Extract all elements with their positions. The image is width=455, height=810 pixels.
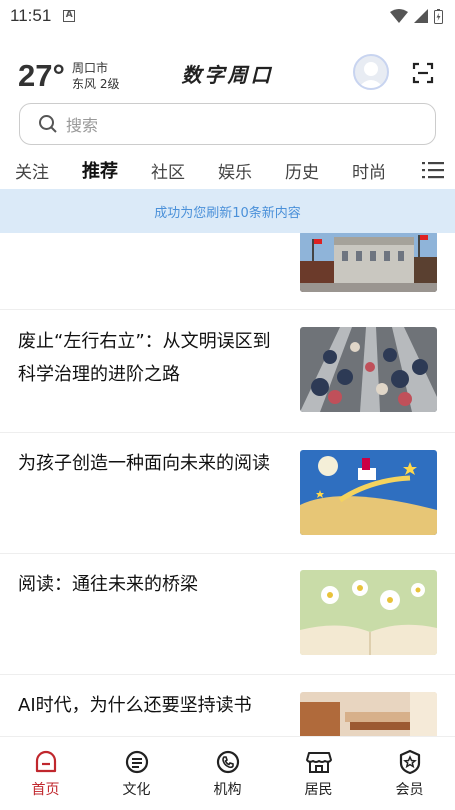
clock: 11:51	[10, 6, 52, 25]
nav-label: 首页	[31, 782, 60, 798]
news-title: AI时代，为什么还要坚持读书	[18, 695, 252, 716]
escalator-photo	[300, 327, 437, 412]
category-tabs: 关注 推荐 社区 娱乐 历史 时尚 育	[0, 152, 455, 193]
building-photo	[300, 233, 437, 292]
book-daisy-photo	[300, 570, 437, 655]
tabs-menu-button[interactable]	[410, 152, 455, 188]
menu-list-icon	[421, 162, 444, 179]
battery-icon	[434, 8, 443, 24]
reading-illustration	[300, 450, 437, 535]
list-item[interactable]: 废止“左行右立”：从文明误区到科学治理的进阶之路	[0, 310, 455, 433]
nav-label: 机构	[213, 782, 242, 798]
search-bar[interactable]: 搜索	[19, 103, 436, 145]
nav-residents[interactable]: 居民	[273, 737, 364, 810]
news-title: 废止“左行右立”：从文明误区到科学治理的进阶之路	[18, 331, 271, 385]
signal-icon	[414, 9, 428, 23]
culture-icon	[125, 750, 148, 774]
nav-label: 居民	[304, 782, 333, 798]
books-photo	[300, 692, 437, 736]
tab-follow[interactable]: 关注	[15, 158, 49, 183]
nav-member[interactable]: 会员	[364, 737, 455, 810]
bottom-nav: 首页 文化 机构 居民 会员	[0, 736, 455, 810]
news-feed: 废止“左行右立”：从文明误区到科学治理的进阶之路 为孩子创造一种面向未来的阅读	[0, 233, 455, 736]
news-title: 为孩子创造一种面向未来的阅读	[18, 453, 270, 474]
nav-culture[interactable]: 文化	[91, 737, 182, 810]
notification-a-icon: A	[63, 10, 76, 22]
scan-icon[interactable]	[412, 62, 434, 84]
news-title: 阅读：通往未来的桥梁	[18, 574, 198, 595]
wifi-icon	[390, 9, 408, 23]
tab-entertainment[interactable]: 娱乐	[218, 158, 252, 183]
nav-label: 会员	[395, 782, 424, 798]
refresh-notice: 成功为您刷新10条新内容	[0, 189, 455, 233]
list-item[interactable]: 为孩子创造一种面向未来的阅读	[0, 433, 455, 554]
store-icon	[305, 752, 332, 773]
tab-history[interactable]: 历史	[285, 158, 319, 183]
phone-icon	[216, 750, 239, 774]
search-input[interactable]: 搜索	[66, 112, 98, 136]
nav-label: 文化	[122, 782, 151, 798]
tab-fashion[interactable]: 时尚	[352, 158, 386, 183]
search-icon	[39, 115, 57, 133]
tab-recommend[interactable]: 推荐	[82, 157, 118, 193]
nav-institution[interactable]: 机构	[182, 737, 273, 810]
list-item[interactable]: AI时代，为什么还要坚持读书	[0, 675, 455, 736]
list-item[interactable]: 阅读：通往未来的桥梁	[0, 554, 455, 675]
status-bar: 11:51 A	[0, 0, 455, 32]
list-item[interactable]	[0, 233, 455, 310]
tab-community[interactable]: 社区	[151, 158, 185, 183]
member-icon	[399, 749, 420, 775]
home-icon	[35, 750, 56, 773]
user-avatar[interactable]	[353, 54, 389, 90]
nav-home[interactable]: 首页	[0, 737, 91, 810]
avatar-icon	[358, 62, 384, 88]
